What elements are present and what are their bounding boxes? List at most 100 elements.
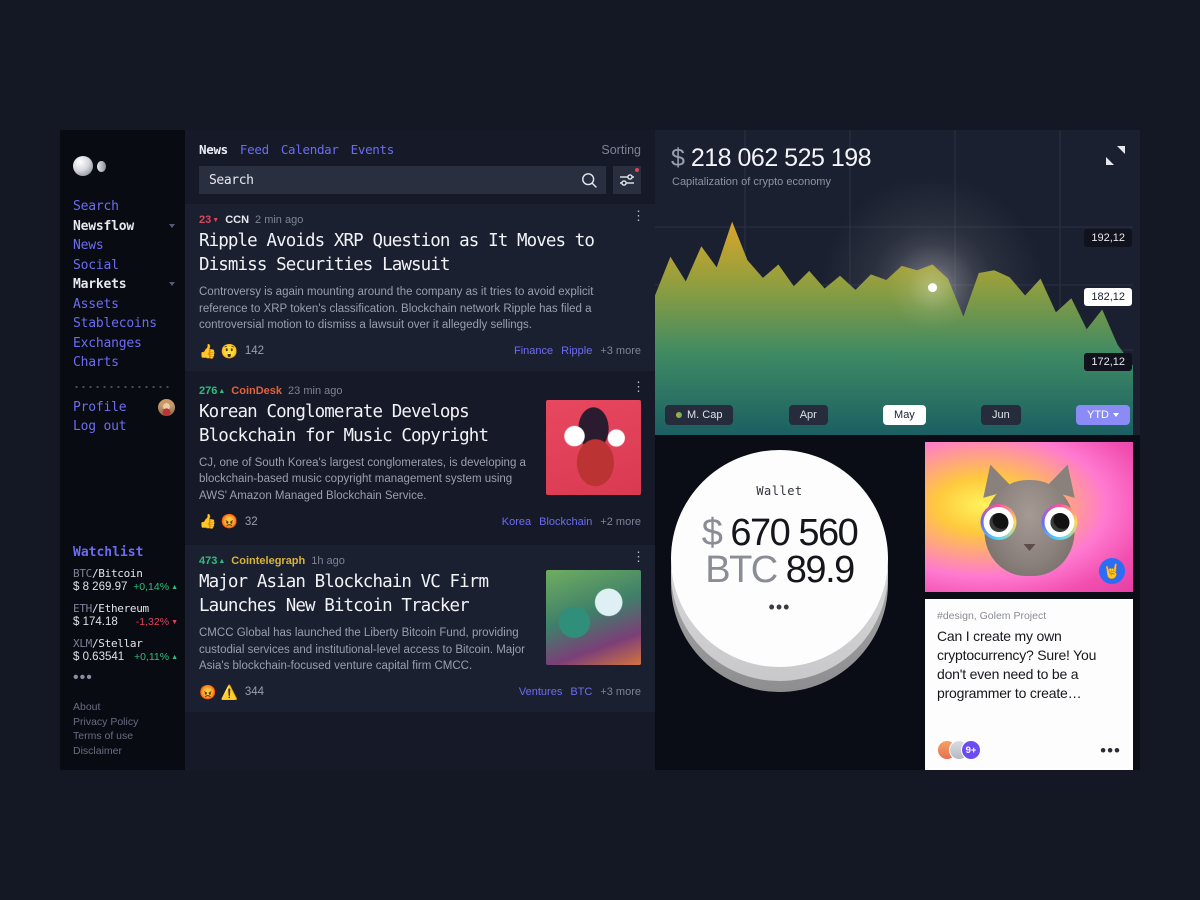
- app-logo[interactable]: [73, 156, 185, 176]
- tag[interactable]: Ventures: [519, 686, 562, 698]
- tab-calendar[interactable]: Calendar: [281, 142, 339, 157]
- tag[interactable]: Blockchain: [539, 516, 592, 528]
- card-reactions[interactable]: 👍 😲 142: [199, 343, 264, 360]
- sidebar-item-label: Markets: [73, 277, 127, 292]
- tag[interactable]: BTC: [570, 686, 592, 698]
- card-menu-icon[interactable]: ⋮: [632, 550, 645, 563]
- card-headline[interactable]: Korean Conglomerate Develops Blockchain …: [199, 400, 536, 448]
- sidebar-item-label: Assets: [73, 296, 119, 312]
- wallet-more-button[interactable]: •••: [769, 598, 791, 616]
- filter-button[interactable]: [613, 166, 641, 194]
- news-card[interactable]: ⋮ 23▼ CCN 2 min ago Ripple Avoids XRP Qu…: [185, 204, 655, 371]
- month-jun-button[interactable]: Jun: [981, 405, 1021, 425]
- reaction-warning-icon[interactable]: ⚠️: [220, 684, 237, 701]
- sidebar-item-newsflow[interactable]: Newsflow: [60, 217, 185, 237]
- watchlist-symbol: BTC: [73, 567, 92, 580]
- card-reactions[interactable]: 👍 😡 32: [199, 513, 258, 530]
- watchlist-row[interactable]: BTC/Bitcoin $ 8 269.97 +0,14% ▲: [73, 567, 185, 593]
- tag[interactable]: Finance: [514, 345, 553, 357]
- footer-link-privacy-policy[interactable]: Privacy Policy: [73, 715, 185, 730]
- card-headline[interactable]: Ripple Avoids XRP Question as It Moves t…: [199, 229, 641, 277]
- reaction-thumbs-up-icon[interactable]: 👍: [199, 343, 216, 360]
- search-icon[interactable]: [581, 172, 598, 189]
- reaction-count: 32: [244, 515, 258, 528]
- rock-hand-badge-icon[interactable]: 🤘: [1099, 558, 1125, 584]
- card-summary: Controversy is again mounting around the…: [199, 286, 594, 331]
- sidebar-item-search[interactable]: Search: [60, 197, 185, 217]
- card-reactions[interactable]: 😡 ⚠️ 344: [199, 684, 264, 701]
- sidebar-item-label: Exchanges: [73, 335, 142, 351]
- news-column: News Feed Calendar Events Sorting Search…: [185, 130, 655, 770]
- month-may-button[interactable]: May: [883, 405, 926, 425]
- watchlist-symbol: ETH: [73, 602, 92, 615]
- post-more-button[interactable]: •••: [1100, 742, 1121, 759]
- cat-head: [974, 460, 1084, 576]
- sidebar-item-exchanges[interactable]: Exchanges: [60, 334, 185, 354]
- footer-link-about[interactable]: About: [73, 700, 185, 715]
- card-source[interactable]: CCN: [225, 214, 249, 226]
- sidebar-item-profile[interactable]: Profile: [60, 398, 185, 418]
- tags-more[interactable]: +3 more: [600, 345, 641, 357]
- cat-image-card[interactable]: 🤘: [925, 442, 1133, 592]
- tag[interactable]: Ripple: [561, 345, 592, 357]
- tag[interactable]: Korea: [502, 516, 531, 528]
- card-source[interactable]: Cointelegraph: [231, 555, 305, 567]
- tab-feed[interactable]: Feed: [240, 142, 269, 157]
- post-card[interactable]: #design, Golem Project Can I create my o…: [925, 599, 1133, 770]
- sidebar-item-stablecoins[interactable]: Stablecoins: [60, 314, 185, 334]
- card-thumbnail[interactable]: [546, 399, 641, 495]
- expand-icon[interactable]: [1104, 144, 1126, 166]
- sorting-button[interactable]: Sorting: [601, 143, 641, 157]
- watchlist-row[interactable]: ETH/Ethereum $ 174.18 -1,32% ▼: [73, 602, 185, 628]
- news-card[interactable]: ⋮ 473▲ Cointelegraph 1h ago Major Asian …: [185, 545, 655, 712]
- tags-more[interactable]: +3 more: [600, 686, 641, 698]
- sidebar-item-news[interactable]: News: [60, 236, 185, 256]
- footer-link-terms-of-use[interactable]: Terms of use: [73, 729, 185, 744]
- watchlist-pair: BTC/Bitcoin: [73, 567, 143, 580]
- tags-more[interactable]: +2 more: [600, 516, 641, 528]
- reaction-count: 344: [244, 686, 265, 698]
- tab-news[interactable]: News: [199, 142, 228, 157]
- legend-mcap[interactable]: M. Cap: [665, 405, 734, 425]
- card-menu-icon[interactable]: ⋮: [632, 209, 645, 222]
- market-cap-chart-panel: $ 218 062 525 198 Capitalization of cryp…: [655, 130, 1140, 435]
- range-selector-ytd[interactable]: YTD: [1076, 405, 1130, 425]
- watchlist-row[interactable]: XLM/Stellar $ 0.63541 +0,11% ▲: [73, 637, 185, 663]
- watchlist-pair: XLM/Stellar: [73, 637, 143, 650]
- reaction-angry-icon[interactable]: 😡: [220, 513, 237, 530]
- news-card[interactable]: ⋮ 276▲ CoinDesk 23 min ago Korean Conglo…: [185, 374, 655, 541]
- card-source[interactable]: CoinDesk: [231, 385, 282, 397]
- avatar-overflow-count: 9+: [961, 740, 981, 760]
- sidebar-footer-links: About Privacy Policy Terms of use Discla…: [73, 700, 185, 758]
- usd-amount: 670 560: [730, 512, 858, 554]
- sidebar-item-assets[interactable]: Assets: [60, 295, 185, 315]
- btc-amount: 89.9: [785, 549, 855, 591]
- month-apr-button[interactable]: Apr: [788, 405, 828, 425]
- feed-column: 🤘 #design, Golem Project Can I create my…: [925, 442, 1140, 770]
- watchlist-more-button[interactable]: •••: [73, 670, 185, 686]
- reaction-angry-icon[interactable]: 😡: [199, 684, 216, 701]
- market-cap-value: $ 218 062 525 198: [671, 144, 872, 173]
- wallet-widget[interactable]: Wallet $ 670 560 BTC 89.9 •••: [671, 450, 888, 692]
- card-thumbnail[interactable]: [546, 570, 641, 665]
- chevron-down-icon: [169, 282, 175, 286]
- search-box[interactable]: [199, 166, 606, 194]
- sidebar: Search Newsflow News Social Markets Asse…: [60, 130, 185, 770]
- avatar[interactable]: [158, 398, 175, 416]
- card-headline[interactable]: Major Asian Blockchain VC Firm Launches …: [199, 570, 536, 618]
- reaction-surprised-icon[interactable]: 😲: [220, 343, 237, 360]
- card-time: 2 min ago: [255, 214, 304, 226]
- tab-events[interactable]: Events: [351, 142, 395, 157]
- sidebar-item-social[interactable]: Social: [60, 256, 185, 276]
- reaction-thumbs-up-icon[interactable]: 👍: [199, 513, 216, 530]
- post-avatar-stack[interactable]: 9+: [937, 740, 981, 760]
- footer-link-disclaimer[interactable]: Disclaimer: [73, 744, 185, 759]
- search-input[interactable]: [209, 172, 581, 188]
- sidebar-item-markets[interactable]: Markets: [60, 275, 185, 295]
- sidebar-item-label: Charts: [73, 355, 119, 370]
- sidebar-item-charts[interactable]: Charts: [60, 353, 185, 373]
- card-tags: Ventures BTC +3 more: [519, 686, 641, 698]
- sidebar-item-logout[interactable]: Log out: [60, 417, 185, 437]
- post-tag[interactable]: #design, Golem Project: [937, 610, 1121, 622]
- card-menu-icon[interactable]: ⋮: [632, 380, 645, 393]
